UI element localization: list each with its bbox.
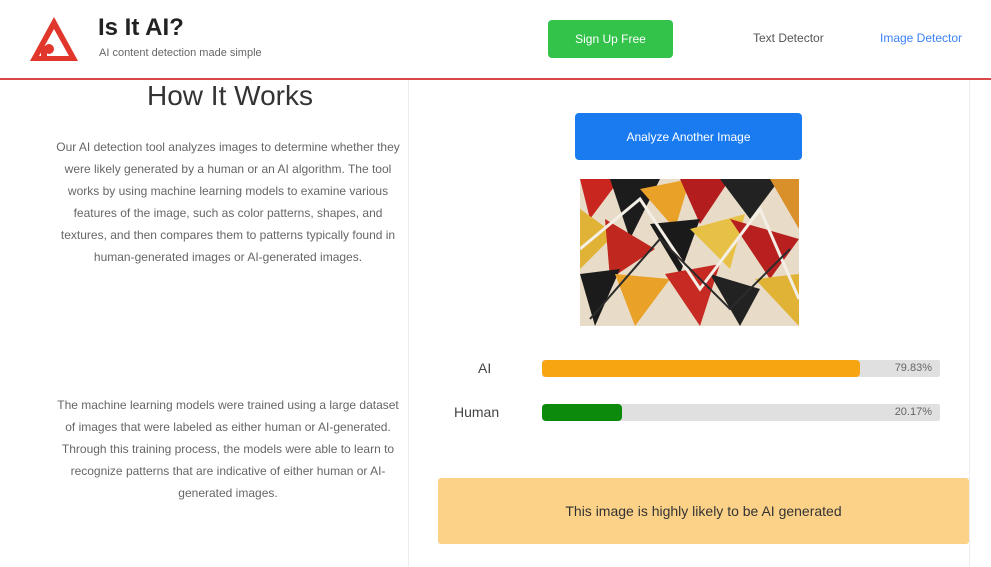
verdict-banner: This image is highly likely to be AI gen… (438, 478, 969, 544)
ai-label: AI (478, 360, 492, 376)
logo-icon[interactable] (29, 16, 79, 62)
ai-percentage: 79.83% (894, 362, 932, 374)
analyze-another-image-button[interactable]: Analyze Another Image (575, 113, 802, 160)
human-progress-fill (542, 404, 623, 421)
brand-title[interactable]: Is It AI? (98, 14, 184, 42)
human-progress-bar: 20.17% (542, 404, 940, 421)
how-it-works-section: How It Works Our AI detection tool analy… (0, 80, 405, 567)
ai-progress-bar: 79.83% (542, 360, 940, 377)
site-header: Is It AI? AI content detection made simp… (0, 0, 991, 80)
brand-subtitle: AI content detection made simple (99, 47, 262, 59)
ai-progress-fill (542, 360, 860, 377)
sign-up-button[interactable]: Sign Up Free (548, 20, 673, 58)
how-it-works-paragraph-2: The machine learning models were trained… (57, 398, 399, 500)
nav-text-detector[interactable]: Text Detector (753, 31, 824, 45)
human-label: Human (454, 404, 500, 420)
nav-image-detector[interactable]: Image Detector (880, 31, 962, 45)
abstract-art-image (580, 179, 799, 326)
how-it-works-paragraph-1: Our AI detection tool analyzes images to… (56, 140, 400, 264)
human-percentage: 20.17% (894, 406, 932, 418)
how-it-works-title: How It Works (147, 80, 313, 111)
